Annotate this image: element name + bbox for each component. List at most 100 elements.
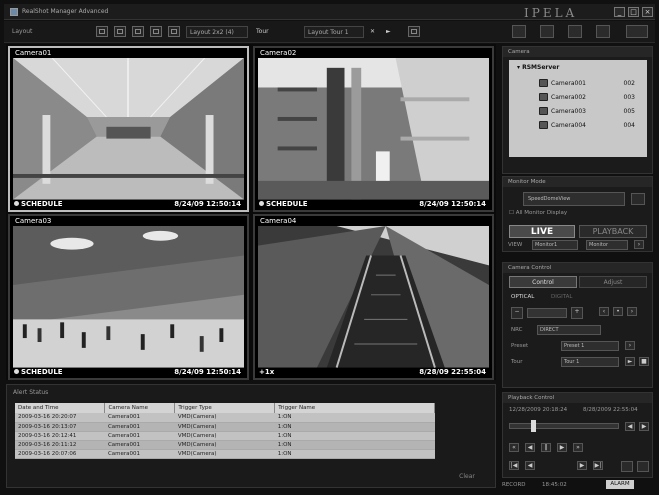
live-button[interactable]: LIVE — [509, 225, 575, 238]
camera-feed-image — [258, 226, 489, 368]
view-apply-icon[interactable]: › — [634, 240, 644, 249]
table-row[interactable]: 2009-03-16 20:13:07 Camera001 VMD(Camera)… — [15, 422, 435, 432]
pause-icon[interactable]: ‖ — [541, 443, 551, 452]
tour-label: Tour — [256, 28, 269, 35]
tree-root[interactable]: ▾ RSMServer — [517, 64, 559, 71]
fullscreen-icon[interactable] — [408, 26, 420, 37]
panel-title: Monitor Mode — [503, 177, 652, 187]
tab-adjust[interactable]: Adjust — [579, 276, 647, 288]
camera-timestamp: 8/24/09 12:50:14 — [419, 200, 486, 208]
monitor-icon[interactable] — [512, 25, 526, 38]
layout-select[interactable]: Layout 2x2 (4) — [186, 26, 248, 38]
alarm-badge[interactable]: ALARM — [606, 480, 634, 489]
digital-zoom-option[interactable]: DIGITAL — [551, 294, 573, 300]
preset-go-icon[interactable]: › — [625, 341, 635, 350]
camera-tile-2[interactable]: Camera02 SCHEDULE 8/24/09 12:50:14 — [253, 46, 494, 212]
device-tree: ▾ RSMServer Camera001 002 Camera002 003 … — [509, 60, 647, 157]
camera-label: Camera01 — [13, 49, 54, 57]
toolbar: Layout Layout 2x2 (4) Tour Layout Tour 1… — [4, 21, 655, 43]
table-row[interactable]: 2009-03-16 20:12:41 Camera001 VMD(Camera)… — [15, 431, 435, 441]
settings-icon[interactable] — [626, 25, 648, 38]
quad-view-icon[interactable] — [114, 26, 126, 37]
zoom-slider[interactable] — [527, 308, 567, 318]
camera-icon — [539, 121, 548, 129]
tab-control[interactable]: Control — [509, 276, 577, 288]
tour-stop-icon[interactable]: ✕ — [370, 28, 375, 35]
camera-tile-3[interactable]: Camera03 SCHEDULE 8/24/09 12:50:14 — [8, 214, 249, 380]
export-clip-icon[interactable] — [637, 461, 649, 472]
skip-forward-icon[interactable]: ▶| — [593, 461, 603, 470]
monitor-icon[interactable] — [631, 193, 645, 205]
maximize-button[interactable]: □ — [628, 7, 639, 17]
tree-item-camera[interactable]: Camera004 004 — [539, 120, 639, 131]
optical-zoom-option[interactable]: OPTICAL — [511, 294, 534, 300]
minimize-button[interactable]: _ — [614, 7, 625, 17]
step-back-icon[interactable]: ◀ — [625, 422, 635, 431]
pan-left-icon[interactable]: ‹ — [599, 307, 609, 316]
keyboard-icon[interactable] — [540, 25, 554, 38]
timeline-slider-handle[interactable] — [531, 420, 536, 432]
preset-label: Preset — [511, 343, 529, 349]
close-button[interactable]: × — [642, 7, 653, 17]
alert-panel: Alert Status Date and Time Camera Name T… — [6, 384, 496, 488]
clear-button[interactable]: Clear — [447, 471, 487, 483]
forward-icon[interactable]: ▶ — [577, 461, 587, 470]
export-icon[interactable] — [596, 25, 610, 38]
tour-select[interactable]: Layout Tour 1 — [304, 26, 364, 38]
rewind-icon[interactable]: « — [509, 443, 519, 452]
title-bar: RealShot Manager Advanced IPELA _ □ × — [4, 4, 655, 20]
tour-stop-icon[interactable]: ■ — [639, 357, 649, 366]
column-header[interactable]: Trigger Name — [274, 403, 435, 413]
table-header-row: Date and Time Camera Name Trigger Type T… — [15, 403, 435, 413]
fast-forward-icon[interactable]: » — [573, 443, 583, 452]
playback-panel: Playback Control 12/28/2009 20:18:24 8/2… — [502, 392, 653, 478]
all-monitor-checkbox[interactable]: ☐ All Monitor Display — [509, 210, 567, 216]
table-row[interactable]: 2009-03-16 20:11:12 Camera001 VMD(Camera)… — [15, 440, 435, 450]
tree-item-camera[interactable]: Camera003 005 — [539, 106, 639, 117]
camera-icon — [539, 107, 548, 115]
next-layout-icon[interactable] — [168, 26, 180, 37]
camera-tile-1[interactable]: Camera01 SCHEDULE 8/24/09 12:50:14 — [8, 46, 249, 212]
reverse-icon[interactable]: ◀ — [525, 461, 535, 470]
pan-right-icon[interactable]: › — [627, 307, 637, 316]
step-forward-icon[interactable]: ▶ — [639, 422, 649, 431]
playback-timeline[interactable] — [509, 423, 619, 429]
pan-home-icon[interactable]: • — [613, 307, 623, 316]
snapshot-icon[interactable] — [621, 461, 633, 472]
column-header[interactable]: Date and Time — [15, 403, 106, 413]
skip-back-icon[interactable]: |◀ — [509, 461, 519, 470]
record-dot-icon — [14, 201, 19, 206]
direct-mode-select[interactable]: DIRECT — [537, 325, 601, 335]
prev-frame-icon[interactable]: ◀ — [525, 443, 535, 452]
tour-play-icon[interactable]: ► — [386, 28, 391, 35]
zoom-in-icon[interactable]: + — [571, 307, 583, 319]
alert-panel-title: Alert Status — [13, 389, 49, 396]
view-select[interactable]: Monitor1 — [532, 240, 578, 250]
tour-label: Tour — [511, 359, 523, 365]
print-icon[interactable] — [568, 25, 582, 38]
camera-icon — [539, 79, 548, 87]
column-header[interactable]: Trigger Type — [174, 403, 276, 413]
record-dot-icon — [14, 369, 19, 374]
single-view-icon[interactable] — [96, 26, 108, 37]
view-layout-select[interactable]: Monitor — [586, 240, 628, 250]
nine-view-icon[interactable] — [132, 26, 144, 37]
table-row[interactable]: 2009-03-16 20:20:07 Camera001 VMD(Camera)… — [15, 413, 435, 423]
tree-item-camera[interactable]: Camera001 002 — [539, 78, 639, 89]
tree-item-camera[interactable]: Camera002 003 — [539, 92, 639, 103]
window-title: RealShot Manager Advanced — [22, 8, 109, 15]
playback-button[interactable]: PLAYBACK — [579, 225, 647, 238]
nrc-mode-label: NRC — [511, 327, 523, 333]
preset-select[interactable]: Preset 1 — [561, 341, 619, 351]
monitor-select[interactable]: SpeedDomeView — [523, 192, 625, 206]
play-icon[interactable]: ▶ — [557, 443, 567, 452]
tour-play-icon[interactable]: ► — [625, 357, 635, 366]
camera-label: Camera04 — [258, 217, 299, 225]
table-row[interactable]: 2009-03-16 20:07:06 Camera001 VMD(Camera)… — [15, 449, 435, 459]
column-header[interactable]: Camera Name — [104, 403, 176, 413]
camera-tile-4[interactable]: Camera04 +1x 8/28/09 22:55:04 — [253, 214, 494, 380]
panel-title: Camera Control — [503, 263, 652, 273]
tour-select[interactable]: Tour 1 — [561, 357, 619, 367]
zoom-out-icon[interactable]: − — [511, 307, 523, 319]
prev-layout-icon[interactable] — [150, 26, 162, 37]
